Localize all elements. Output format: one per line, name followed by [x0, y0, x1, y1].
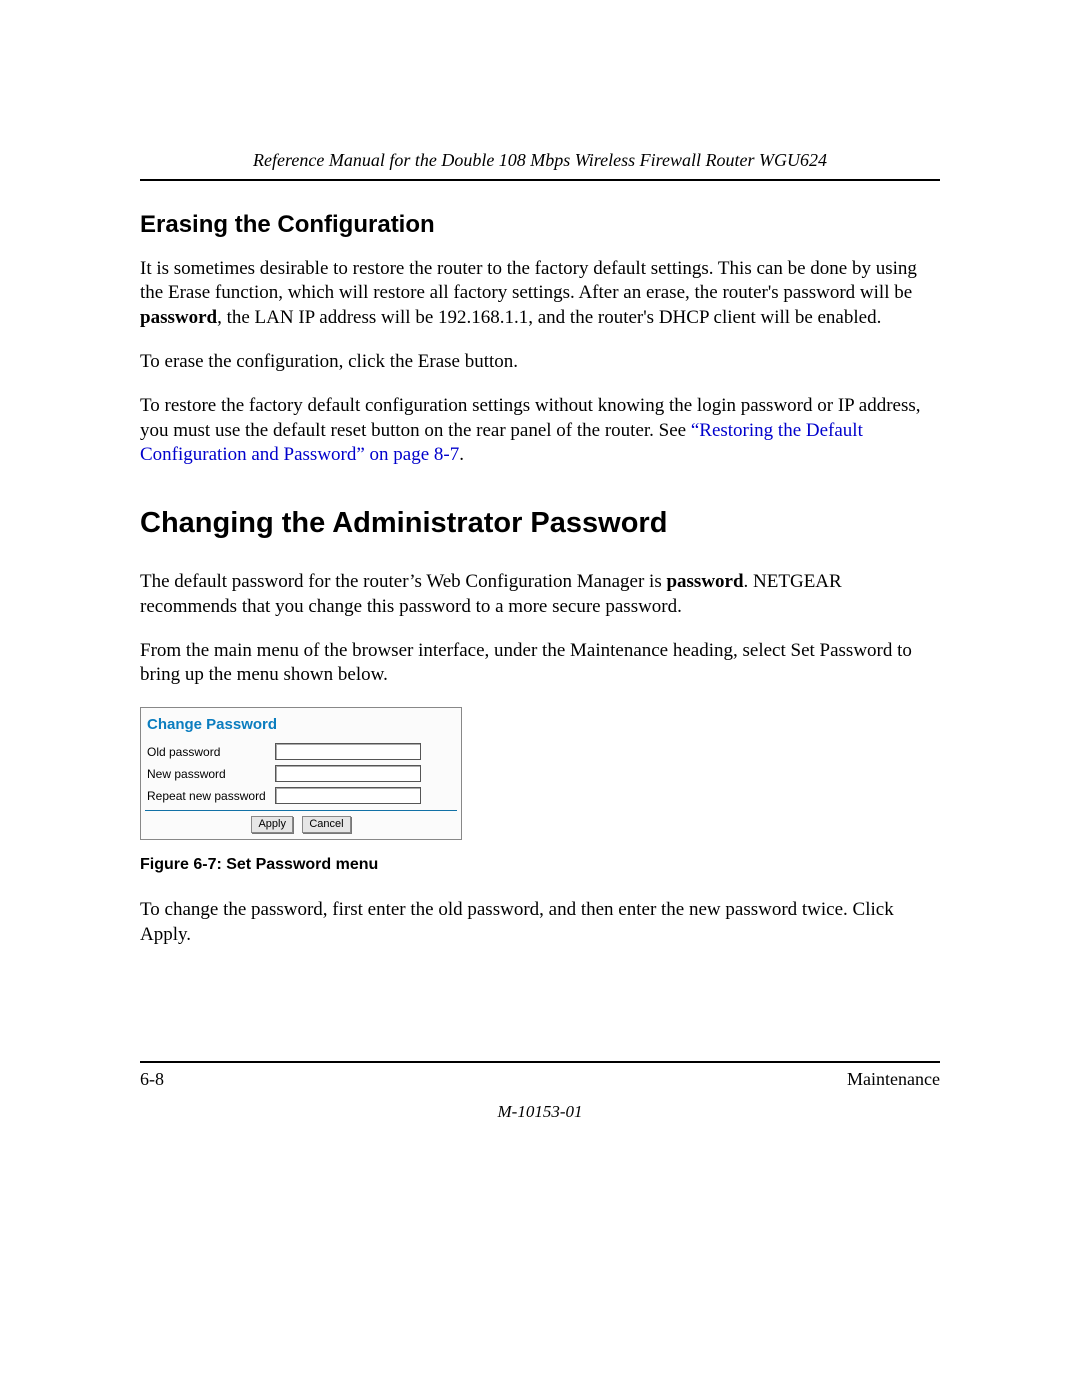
- form-buttons: Apply Cancel: [145, 816, 457, 833]
- paragraph-erasing-1: It is sometimes desirable to restore the…: [140, 257, 940, 330]
- form-rows: Old password New password Repeat new pas…: [145, 743, 457, 804]
- bold-password: password: [666, 571, 743, 592]
- form-row-new: New password: [147, 765, 455, 782]
- old-password-input[interactable]: [275, 743, 421, 760]
- chapter-heading-changing: Changing the Administrator Password: [140, 507, 940, 540]
- document-page: Reference Manual for the Double 108 Mbps…: [0, 0, 1080, 1397]
- repeat-password-label: Repeat new password: [147, 789, 275, 803]
- form-divider: [145, 810, 457, 811]
- figure-caption: Figure 6-7: Set Password menu: [140, 856, 940, 874]
- footer-line: 6-8 Maintenance: [140, 1069, 940, 1090]
- footer-page-number: 6-8: [140, 1069, 164, 1090]
- form-title: Change Password: [145, 712, 457, 743]
- cancel-button[interactable]: Cancel: [302, 816, 350, 833]
- running-header: Reference Manual for the Double 108 Mbps…: [140, 150, 940, 171]
- old-password-label: Old password: [147, 745, 275, 759]
- header-rule: [140, 179, 940, 181]
- footer-doc-id: M-10153-01: [140, 1102, 940, 1122]
- text-fragment: , the LAN IP address will be 192.168.1.1…: [217, 307, 881, 328]
- form-row-old: Old password: [147, 743, 455, 760]
- page-footer: 6-8 Maintenance M-10153-01: [140, 1061, 940, 1122]
- footer-rule: [140, 1061, 940, 1063]
- text-fragment: The default password for the router’s We…: [140, 571, 666, 592]
- section-heading-erasing: Erasing the Configuration: [140, 211, 940, 239]
- paragraph-changing-2: From the main menu of the browser interf…: [140, 639, 940, 688]
- footer-section-name: Maintenance: [847, 1069, 940, 1090]
- change-password-form: Change Password Old password New passwor…: [140, 707, 462, 840]
- repeat-password-input[interactable]: [275, 787, 421, 804]
- new-password-label: New password: [147, 767, 275, 781]
- paragraph-erasing-2: To erase the configuration, click the Er…: [140, 350, 940, 374]
- form-row-repeat: Repeat new password: [147, 787, 455, 804]
- text-fragment: .: [459, 444, 464, 465]
- bold-password: password: [140, 307, 217, 328]
- new-password-input[interactable]: [275, 765, 421, 782]
- paragraph-changing-3: To change the password, first enter the …: [140, 898, 940, 947]
- paragraph-erasing-3: To restore the factory default configura…: [140, 394, 940, 467]
- paragraph-changing-1: The default password for the router’s We…: [140, 570, 940, 619]
- apply-button[interactable]: Apply: [251, 816, 293, 833]
- text-fragment: It is sometimes desirable to restore the…: [140, 258, 917, 303]
